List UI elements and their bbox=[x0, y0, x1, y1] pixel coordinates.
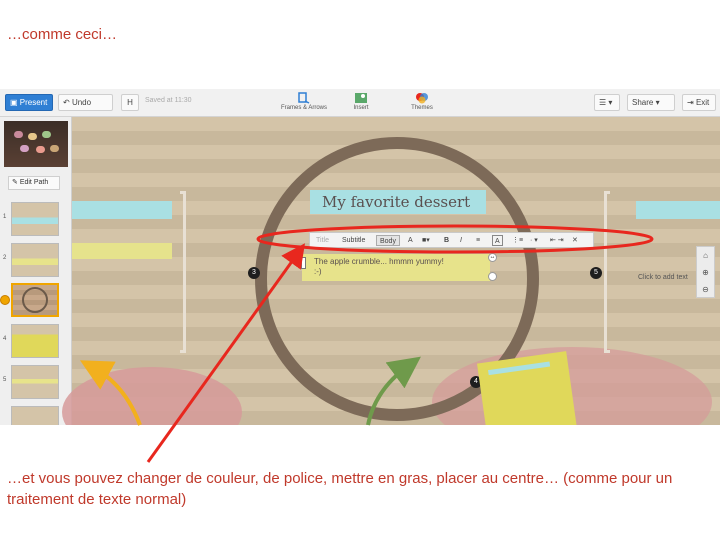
caption-bottom: …et vous pouvez changer de couleur, de p… bbox=[7, 470, 673, 508]
annotation-overlay bbox=[79, 224, 654, 463]
annotation-arrow-yellow bbox=[79, 360, 142, 426]
annotation-ellipse bbox=[256, 224, 654, 254]
annotation-arrow-red bbox=[146, 243, 305, 463]
annotation-arrow-green bbox=[366, 356, 421, 426]
